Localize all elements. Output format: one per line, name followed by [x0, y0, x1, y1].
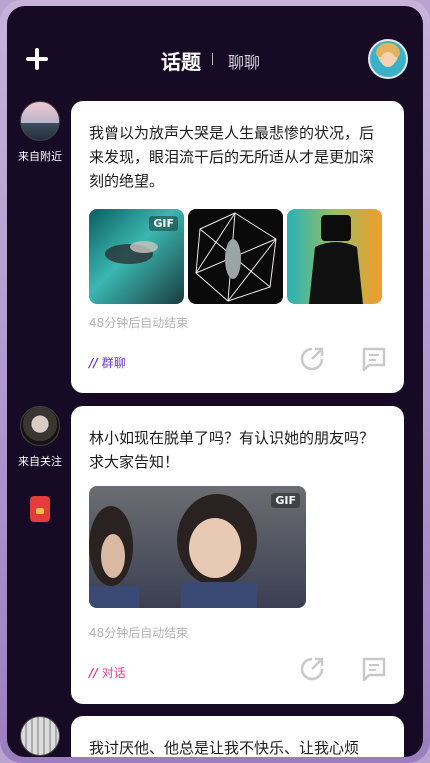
- source-label-following: 来自关注: [18, 455, 62, 468]
- post-text: 我讨厌他、他总是让我不快乐、让我心烦: [89, 739, 360, 757]
- comment-icon[interactable]: [361, 656, 387, 682]
- tab-divider: [212, 53, 213, 65]
- geometric-figure: [195, 212, 277, 302]
- post-card[interactable]: 林小如现在脱单了吗？有认识她的朋友吗？求大家告知！ GIF 48分钟后自动结束 …: [71, 406, 404, 704]
- expire-text: 48分钟后自动结束: [89, 316, 189, 330]
- author-avatar[interactable]: [20, 101, 60, 141]
- tag-icon: //: [89, 356, 98, 370]
- tag-label: 对话: [101, 666, 126, 680]
- post-card[interactable]: 我曾以为放声大哭是人生最悲惨的状况，后来发现，眼泪流干后的无所适从才是更加深刻的…: [71, 101, 404, 393]
- comment-icon[interactable]: [361, 346, 387, 372]
- tab-chat[interactable]: 聊聊: [228, 49, 260, 73]
- author-avatar[interactable]: [20, 406, 60, 446]
- phone-frame: 话题 聊聊 来自附近 来自关注 我曾以为放声大哭是人生最悲惨的状况，后来发现，眼…: [0, 0, 430, 763]
- tag-label: 群聊: [101, 356, 126, 370]
- silhouette-figure: [309, 215, 363, 304]
- red-packet-icon[interactable]: [30, 496, 50, 522]
- source-label-nearby: 来自附近: [18, 150, 62, 163]
- tag-icon: //: [89, 666, 98, 680]
- post-image[interactable]: [188, 209, 283, 304]
- post-card[interactable]: 我讨厌他、他总是让我不快乐、让我心烦: [71, 716, 404, 757]
- share-icon[interactable]: [299, 346, 325, 372]
- app-screen: 话题 聊聊 来自附近 来自关注 我曾以为放声大哭是人生最悲惨的状况，后来发现，眼…: [7, 6, 423, 757]
- gif-badge: GIF: [149, 216, 178, 231]
- post-image[interactable]: GIF: [89, 486, 306, 608]
- plus-icon[interactable]: [24, 46, 50, 72]
- tag-group-chat[interactable]: //群聊: [89, 354, 126, 371]
- tag-dialog[interactable]: //对话: [89, 664, 126, 681]
- post-image[interactable]: GIF: [89, 209, 184, 304]
- post-text: 我曾以为放声大哭是人生最悲惨的状况，后来发现，眼泪流干后的无所适从才是更加深刻的…: [89, 124, 375, 190]
- post-image[interactable]: [287, 209, 382, 304]
- tab-topics[interactable]: 话题: [161, 46, 201, 75]
- share-icon[interactable]: [299, 656, 325, 682]
- gif-badge: GIF: [271, 493, 300, 508]
- author-avatar[interactable]: [20, 716, 60, 756]
- top-bar: 话题 聊聊: [7, 6, 423, 98]
- expire-text: 48分钟后自动结束: [89, 626, 189, 640]
- user-avatar[interactable]: [368, 39, 408, 79]
- post-text: 林小如现在脱单了吗？有认识她的朋友吗？求大家告知！: [89, 429, 375, 471]
- avatar-face: [381, 52, 395, 67]
